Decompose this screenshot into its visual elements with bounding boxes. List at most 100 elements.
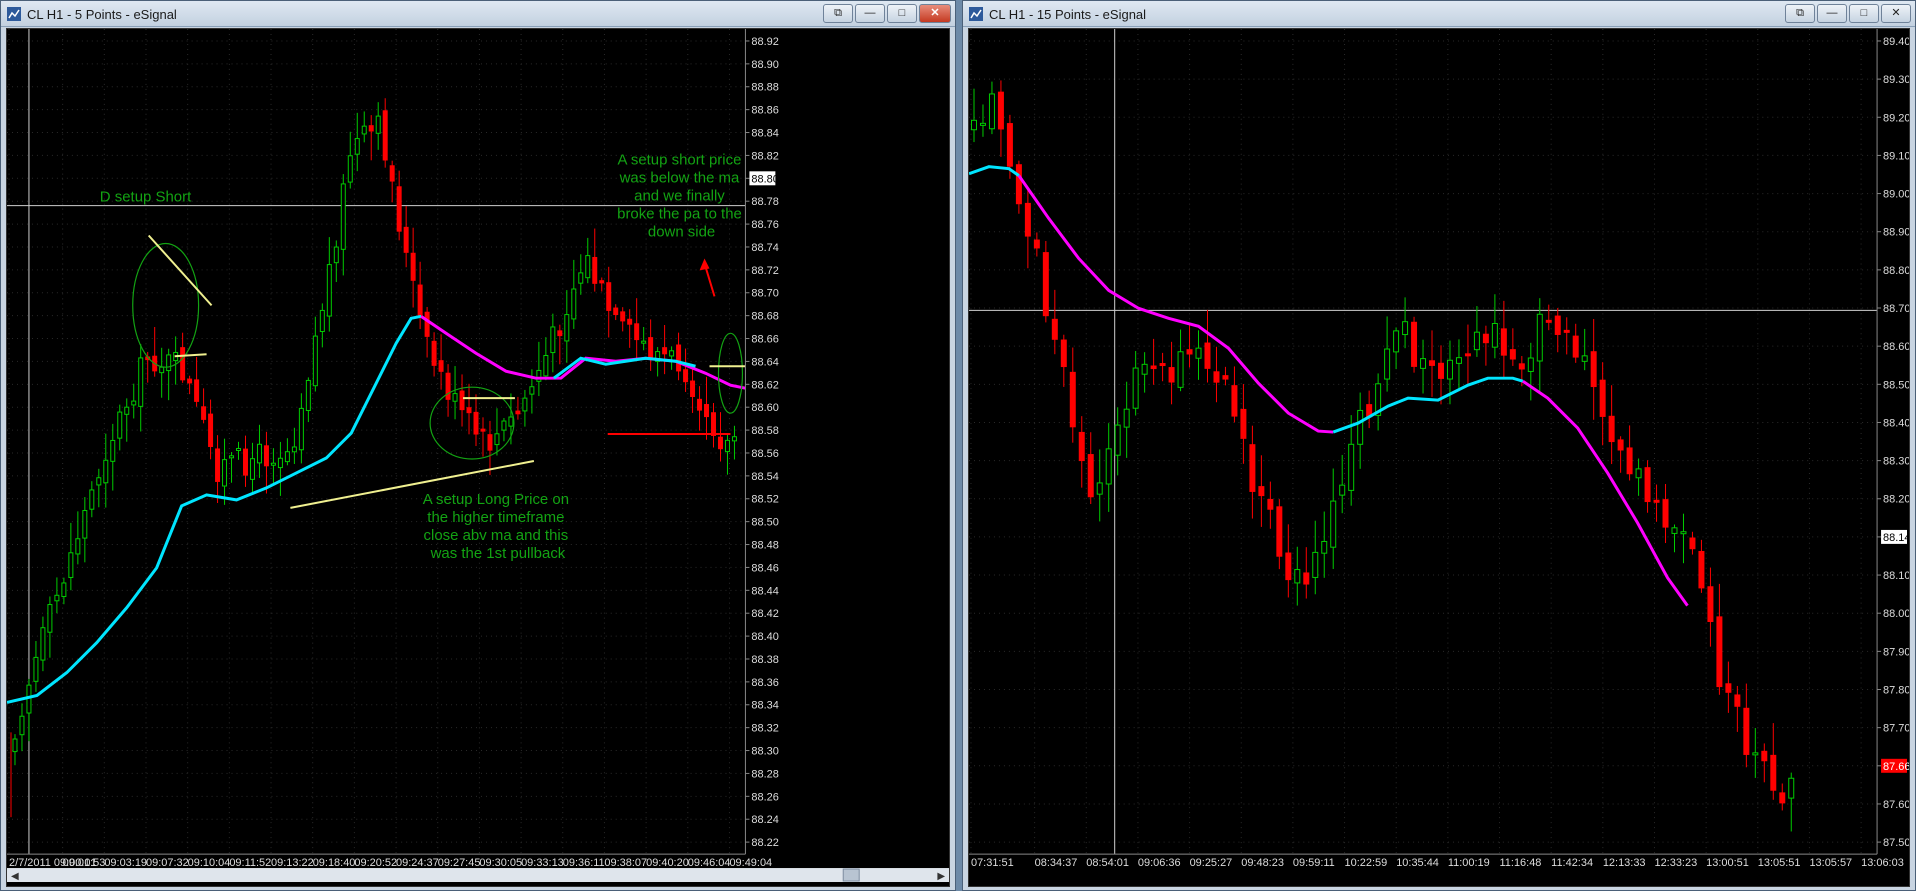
annotation-a-short-line: down side <box>648 224 715 241</box>
price-tick-label: 88.38 <box>751 654 778 666</box>
horizontal-scrollbar[interactable]: ▶ ◀ <box>7 868 949 882</box>
candle-down <box>242 448 248 476</box>
price-tick-label: 88.30 <box>1883 456 1909 468</box>
time-tick-label: 11:00:19 <box>1448 857 1490 869</box>
setup-circle <box>132 242 200 368</box>
left-chart-area[interactable]: D setup Short A setup short price was be… <box>6 28 950 887</box>
candle-up <box>1312 551 1319 578</box>
time-tick-label: 08:54:01 <box>1086 857 1129 869</box>
price-tick-label: 88.00 <box>1883 608 1909 620</box>
candle-up <box>724 439 730 453</box>
minimize-button[interactable]: — <box>1817 4 1847 23</box>
candle-down <box>1231 385 1238 417</box>
candle-down <box>201 406 207 420</box>
price-tick-label: 88.80 <box>1883 265 1909 277</box>
candle-up <box>159 366 165 374</box>
candle-down <box>438 360 444 372</box>
candle-up <box>312 335 318 387</box>
candle-up <box>1105 448 1112 485</box>
price-axis[interactable]: 88.92 88.90 88.88 88.86 88.84 88.82 88.80 88.78… <box>744 29 779 855</box>
price-tick-label: 88.74 <box>751 242 778 254</box>
candle-down <box>1024 202 1031 237</box>
candle-down <box>1078 431 1085 462</box>
time-tick-label: 10:22:59 <box>1345 857 1388 869</box>
annotation-a-long-line: A setup Long Price on <box>423 491 569 508</box>
price-tick-label: 88.24 <box>751 814 778 826</box>
candle-down <box>613 307 619 316</box>
annotation-a-short-line: was below the ma <box>619 170 740 187</box>
time-tick-label: 09:11:52 <box>229 857 271 869</box>
time-tick-label: 09:27:45 <box>438 857 481 869</box>
candle-down <box>1186 349 1193 355</box>
candle-up <box>1527 357 1534 372</box>
drawings <box>10 234 746 818</box>
candle-up <box>375 115 381 134</box>
price-tick-label: 89.20 <box>1883 112 1909 124</box>
right-chart-canvas[interactable]: 89.40 89.30 89.20 89.10 89.00 88.90 88.80 88.70… <box>969 29 1909 886</box>
time-tick-label: 09:48:23 <box>1241 857 1284 869</box>
crosshair <box>969 29 1878 855</box>
minimize-button[interactable]: — <box>855 4 885 23</box>
candle-down <box>389 165 395 182</box>
annotation-a-long-line: the higher timeframe <box>427 509 564 526</box>
candle-down <box>1267 498 1274 510</box>
candle-down <box>1716 616 1723 688</box>
right-chart-area[interactable]: 89.40 89.30 89.20 89.10 89.00 88.90 88.80 88.70… <box>968 28 1910 887</box>
candle-down <box>1015 164 1022 205</box>
candle-down <box>1411 321 1418 367</box>
candle-down <box>1276 506 1283 557</box>
candle-up <box>54 594 60 602</box>
price-tick-label: 88.62 <box>751 379 778 391</box>
time-tick-label: 13:05:57 <box>1809 857 1852 869</box>
left-chart-canvas[interactable]: D setup Short A setup short price was be… <box>7 29 949 886</box>
price-tick-label: 88.10 <box>1883 570 1909 582</box>
time-axis[interactable]: 2/7/2011 09:00:0109:01:5309:03:1909:07:3… <box>7 853 772 869</box>
candle-down <box>1087 454 1094 498</box>
left-title-bar[interactable]: CL H1 - 5 Points - eSignal ⧉ — □ ✕ <box>1 1 955 27</box>
right-title-bar[interactable]: CL H1 - 15 Points - eSignal ⧉ — □ ✕ <box>963 1 1915 27</box>
price-axis[interactable]: 89.40 89.30 89.20 89.10 89.00 88.90 88.80 88.70… <box>1876 29 1909 855</box>
candle-down <box>676 344 682 372</box>
candle-up <box>1357 409 1364 445</box>
candle-down <box>697 398 703 411</box>
time-tick-label: 11:16:48 <box>1500 857 1542 869</box>
candle-down <box>1222 375 1229 380</box>
price-tick-label: 88.26 <box>751 791 778 803</box>
maximize-button[interactable]: □ <box>1849 4 1879 23</box>
candle-up <box>1581 355 1588 362</box>
candle-down <box>1509 349 1516 360</box>
close-button[interactable]: ✕ <box>1881 4 1911 23</box>
candle-down <box>1734 694 1741 707</box>
scroll-right-icon[interactable]: ▶ <box>937 871 945 882</box>
time-tick-label: 13:05:51 <box>1758 857 1801 869</box>
time-axis[interactable]: 07:31:51 08:34:37 08:54:01 09:06:36 09:25:27… <box>969 853 1904 869</box>
candle-down <box>215 448 221 482</box>
app-icon <box>7 7 21 21</box>
candle-up <box>40 627 46 661</box>
maximize-button[interactable]: □ <box>887 4 917 23</box>
time-tick-label: 09:18:40 <box>313 857 356 869</box>
candle-up <box>326 264 332 317</box>
candle-up <box>96 477 102 486</box>
close-button[interactable]: ✕ <box>919 4 951 23</box>
candle-down <box>1150 365 1157 370</box>
price-tick-label: 88.32 <box>751 723 778 735</box>
candle-up <box>229 455 235 459</box>
scroll-left-icon[interactable]: ◀ <box>11 871 19 882</box>
time-tick-label: 09:46:04 <box>688 857 731 869</box>
price-tick-label: 89.40 <box>1883 36 1909 48</box>
candle-up <box>89 489 95 510</box>
candle-up <box>103 459 109 484</box>
pin-button[interactable]: ⧉ <box>1785 4 1815 23</box>
candle-down <box>1626 447 1633 475</box>
price-tick-label: 87.70 <box>1883 723 1909 735</box>
left-chart-window: CL H1 - 5 Points - eSignal ⧉ — □ ✕ D set… <box>0 0 956 891</box>
price-tick-label: 88.58 <box>751 425 778 437</box>
price-tick-label: 88.92 <box>751 36 778 48</box>
candle-up <box>68 552 74 578</box>
candle-up <box>1096 482 1103 495</box>
pin-button[interactable]: ⧉ <box>823 4 853 23</box>
candle-down <box>1159 363 1166 367</box>
time-tick-label: 09:49:04 <box>729 857 772 869</box>
price-tick-label: 88.50 <box>1883 379 1909 391</box>
